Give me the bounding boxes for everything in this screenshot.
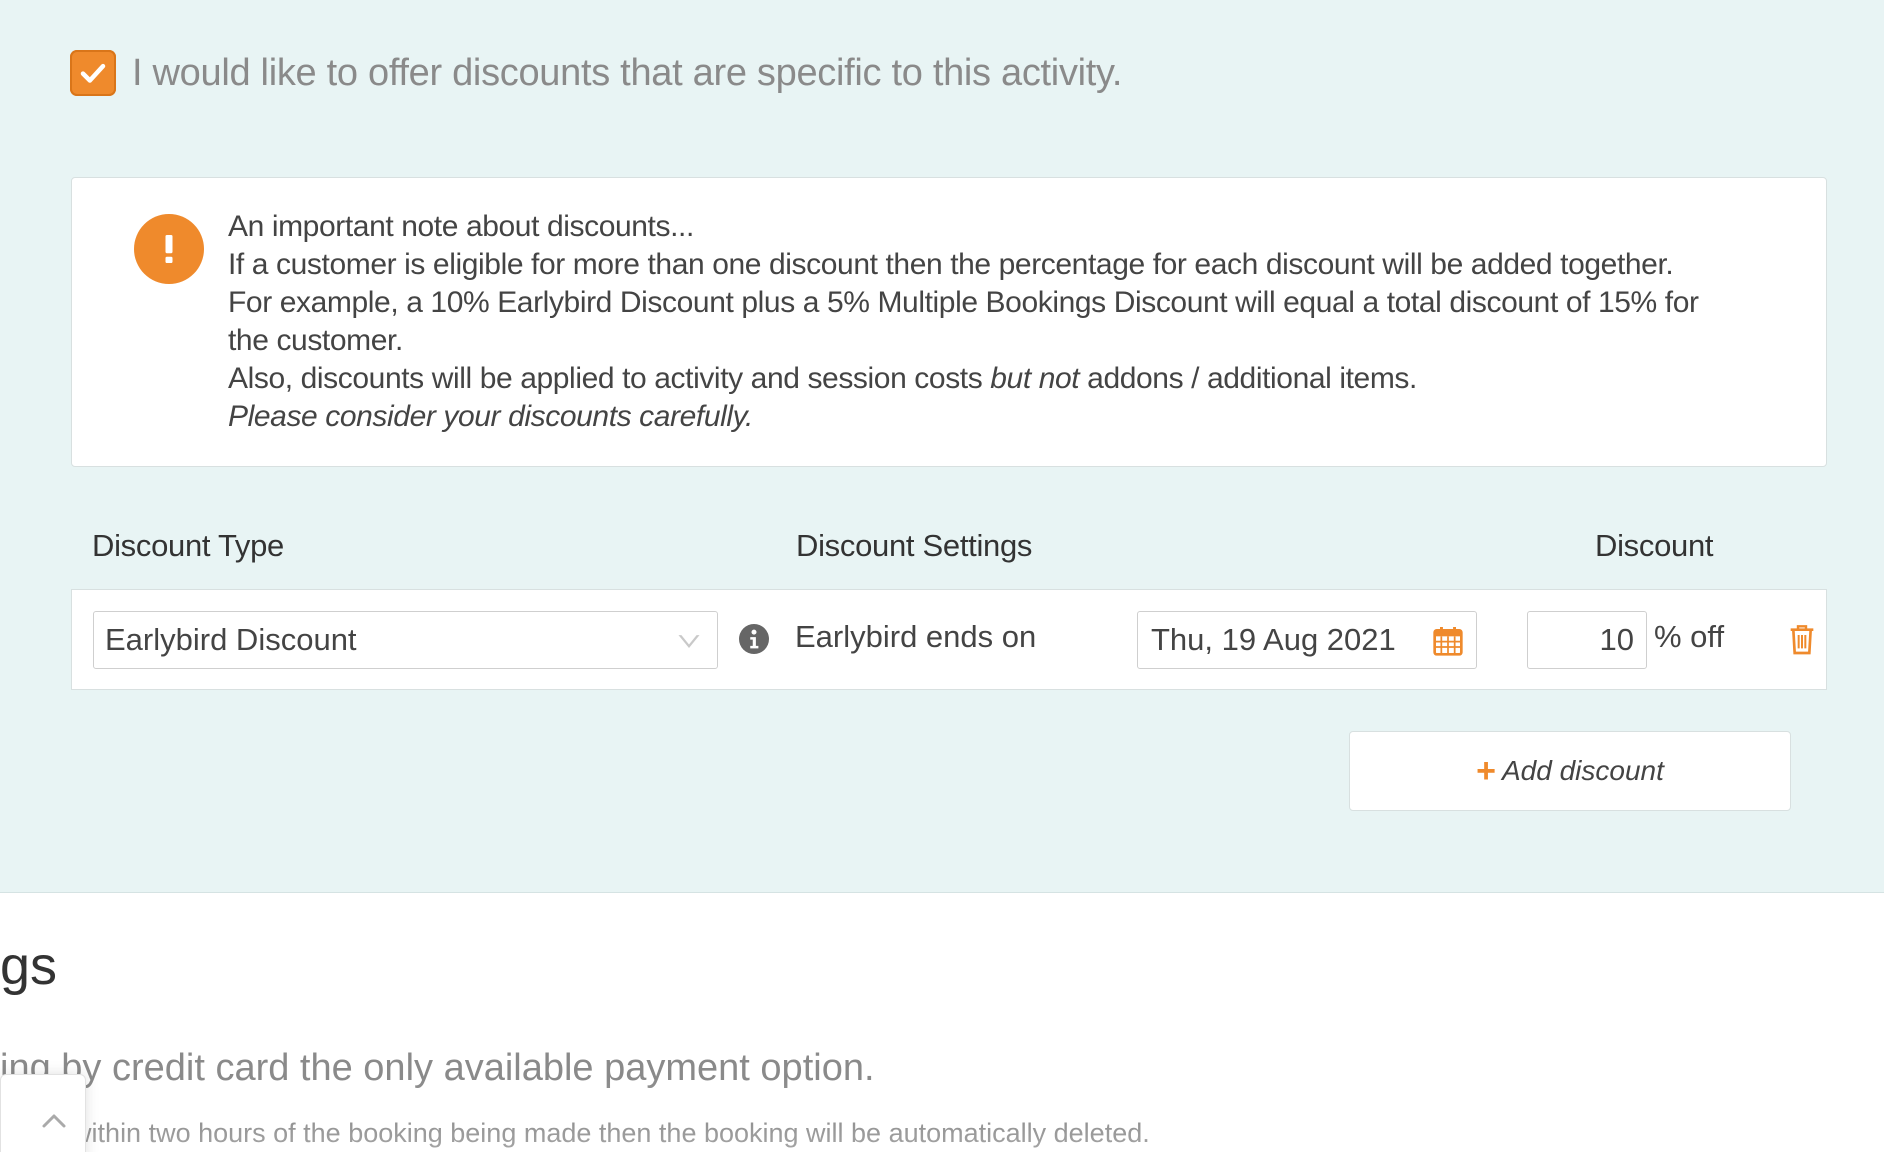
payment-option-text: ing by credit card the only available pa…: [0, 1047, 875, 1089]
offer-discounts-row[interactable]: I would like to offer discounts that are…: [70, 50, 1122, 96]
scroll-to-top-button[interactable]: [0, 1074, 86, 1152]
note-closing: Please consider your discounts carefully…: [228, 398, 1788, 436]
exclamation-icon: [134, 214, 204, 284]
info-icon[interactable]: [739, 624, 769, 654]
add-discount-button[interactable]: + Add discount: [1349, 731, 1791, 811]
note-line: the customer.: [228, 324, 403, 357]
earlybird-date-input[interactable]: Thu, 19 Aug 2021: [1137, 611, 1477, 669]
add-discount-label: Add discount: [1501, 755, 1664, 786]
chevron-up-icon: [42, 1114, 66, 1128]
discount-type-value: Earlybird Discount: [105, 622, 357, 657]
offer-discounts-checkbox[interactable]: [70, 50, 116, 96]
header-discount-type: Discount Type: [92, 528, 284, 563]
checkmark-icon: [80, 63, 106, 83]
discount-type-select[interactable]: Earlybird Discount: [93, 611, 718, 669]
offer-discounts-label[interactable]: I would like to offer discounts that are…: [132, 52, 1122, 95]
note-emphasis: but not: [990, 362, 1080, 395]
discount-row: Earlybird Discount Earlybird ends on Thu…: [71, 589, 1827, 690]
note-title: An important note about discounts...: [228, 210, 694, 243]
chevron-down-icon: [678, 635, 700, 648]
percent-off-label: % off: [1654, 619, 1725, 654]
header-discount-settings: Discount Settings: [796, 528, 1033, 563]
note-line: For example, a 10% Earlybird Discount pl…: [228, 286, 1699, 319]
discount-percent-input[interactable]: 10: [1527, 611, 1647, 669]
discount-note-box: An important note about discounts... If …: [71, 177, 1827, 467]
calendar-icon[interactable]: [1432, 625, 1464, 657]
note-line-part: addons / additional items.: [1079, 362, 1417, 395]
discounts-section: I would like to offer discounts that are…: [0, 0, 1884, 893]
note-closing-text: Please consider your discounts carefully…: [228, 400, 753, 433]
plus-icon: +: [1476, 751, 1496, 790]
note-line: If a customer is eligible for more than …: [228, 248, 1674, 281]
earlybird-ends-label: Earlybird ends on: [795, 619, 1037, 654]
trash-icon[interactable]: [1788, 623, 1816, 655]
note-line: Also, discounts will be applied to activ…: [228, 360, 1788, 398]
note-line-part: Also, discounts will be applied to activ…: [228, 362, 991, 395]
section-heading: gs: [0, 936, 58, 996]
earlybird-date-value: Thu, 19 Aug 2021: [1151, 622, 1396, 657]
discount-note-text: An important note about discounts... If …: [228, 208, 1788, 436]
payment-deletion-note: eived within two hours of the booking be…: [0, 1118, 1150, 1148]
header-discount: Discount: [1595, 528, 1714, 563]
